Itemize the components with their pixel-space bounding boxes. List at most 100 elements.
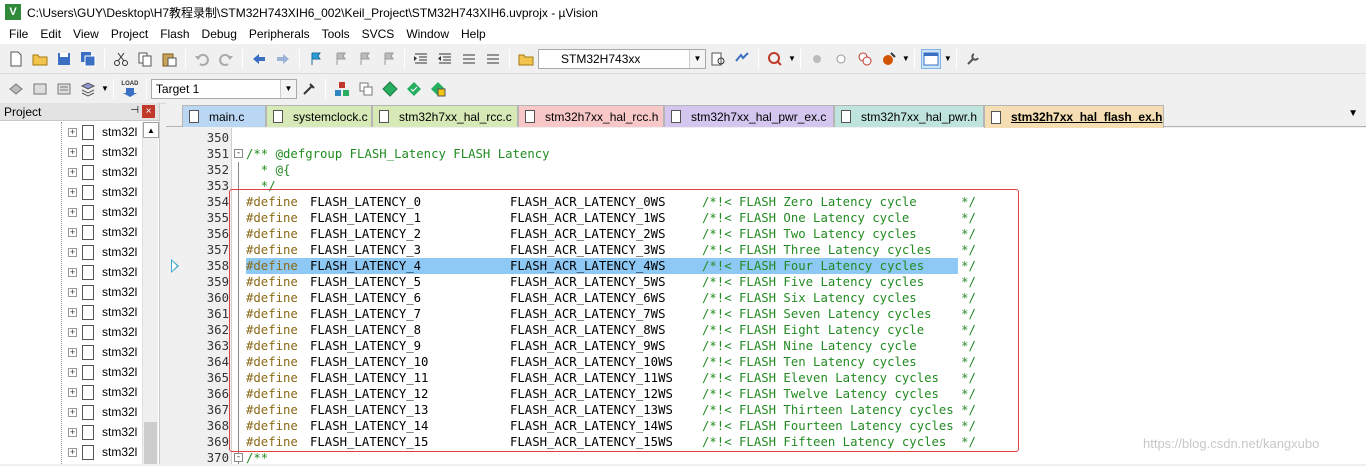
expand-icon[interactable]: + [68, 327, 77, 337]
options-for-target-icon[interactable] [299, 79, 319, 99]
code-line[interactable]: 353 */ [166, 178, 1366, 194]
menu-svcs[interactable]: SVCS [356, 27, 401, 41]
tree-item[interactable]: + stm32l [0, 262, 142, 282]
chevron-down-icon[interactable]: ▼ [788, 54, 796, 63]
code-line[interactable]: 363 #define FLASH_LATENCY_9 FLASH_ACR_LATEN… [166, 338, 1366, 354]
navigate-forward-icon[interactable] [273, 49, 293, 69]
tab-stm32h7xx-hal-rcc-h[interactable]: stm32h7xx_hal_rcc.h [518, 105, 664, 127]
code-line[interactable]: 352 * @{ [166, 162, 1366, 178]
find-icon[interactable] [708, 49, 728, 69]
enable-breakpoint-icon[interactable] [831, 49, 851, 69]
tree-item[interactable]: + stm32l [0, 422, 142, 442]
code-line[interactable]: 366 #define FLASH_LATENCY_12 FLASH_ACR_LATE… [166, 386, 1366, 402]
tree-item[interactable]: + stm32l [0, 242, 142, 262]
scroll-up-icon[interactable]: ▲ [143, 122, 159, 138]
fold-toggle-icon[interactable]: - [234, 453, 243, 462]
code-line[interactable]: 364 #define FLASH_LATENCY_10 FLASH_ACR_LATE… [166, 354, 1366, 370]
find-in-files-icon[interactable] [516, 49, 536, 69]
chevron-down-icon[interactable]: ▼ [689, 49, 705, 68]
insert-breakpoint-icon[interactable] [807, 49, 827, 69]
expand-icon[interactable]: + [68, 347, 77, 357]
expand-icon[interactable]: + [68, 367, 77, 377]
menu-project[interactable]: Project [105, 27, 154, 41]
fold-toggle-icon[interactable]: - [234, 149, 243, 158]
tree-item[interactable]: + stm32l [0, 162, 142, 182]
translate-icon[interactable] [6, 79, 26, 99]
tab-stm32h7xx-hal-pwr-ex-c[interactable]: stm32h7xx_hal_pwr_ex.c [664, 105, 834, 127]
expand-icon[interactable]: + [68, 207, 77, 217]
chevron-down-icon[interactable]: ▼ [944, 54, 952, 63]
code-line[interactable]: 356 #define FLASH_LATENCY_2 FLASH_ACR_LATEN… [166, 226, 1366, 242]
code-line[interactable]: 360 #define FLASH_LATENCY_6 FLASH_ACR_LATEN… [166, 290, 1366, 306]
incremental-find-icon[interactable] [732, 49, 752, 69]
tree-item[interactable]: + stm32l [0, 402, 142, 422]
build-icon[interactable] [30, 79, 50, 99]
configure-icon[interactable] [963, 49, 983, 69]
code-line[interactable]: 359 #define FLASH_LATENCY_5 FLASH_ACR_LATEN… [166, 274, 1366, 290]
disable-all-breakpoints-icon[interactable] [855, 49, 875, 69]
expand-icon[interactable]: + [68, 247, 77, 257]
menu-view[interactable]: View [67, 27, 105, 41]
expand-icon[interactable]: + [68, 407, 77, 417]
code-line[interactable]: 368 #define FLASH_LATENCY_14 FLASH_ACR_LATE… [166, 418, 1366, 434]
menu-window[interactable]: Window [400, 27, 455, 41]
copy-icon[interactable] [135, 49, 155, 69]
code-line[interactable]: 365 #define FLASH_LATENCY_11 FLASH_ACR_LATE… [166, 370, 1366, 386]
close-icon[interactable]: × [142, 105, 155, 118]
menu-tools[interactable]: Tools [316, 27, 356, 41]
pin-icon[interactable]: ⊣ [130, 105, 139, 116]
expand-icon[interactable]: + [68, 427, 77, 437]
menu-debug[interactable]: Debug [196, 27, 243, 41]
comment-icon[interactable] [459, 49, 479, 69]
manage-project-items-icon[interactable] [332, 79, 352, 99]
kill-all-breakpoints-icon[interactable] [879, 49, 899, 69]
menu-help[interactable]: Help [455, 27, 492, 41]
paste-icon[interactable] [159, 49, 179, 69]
window-layout-icon[interactable] [920, 48, 941, 69]
file-extensions-icon[interactable] [356, 79, 376, 99]
select-packs-icon[interactable] [404, 79, 424, 99]
code-line[interactable]: 355 #define FLASH_LATENCY_1 FLASH_ACR_LATEN… [166, 210, 1366, 226]
tab-systemclock-c[interactable]: systemclock.c [266, 105, 372, 127]
code-line[interactable]: 361 #define FLASH_LATENCY_7 FLASH_ACR_LATEN… [166, 306, 1366, 322]
expand-icon[interactable]: + [68, 147, 77, 157]
cut-icon[interactable] [111, 49, 131, 69]
code-line[interactable]: 354 #define FLASH_LATENCY_0 FLASH_ACR_LATEN… [166, 194, 1366, 210]
project-scrollbar[interactable]: ▲ [142, 122, 159, 464]
tab-list-dropdown-icon[interactable]: ▼ [1348, 108, 1358, 119]
rebuild-icon[interactable] [54, 79, 74, 99]
tree-item[interactable]: + stm32l [0, 442, 142, 462]
expand-icon[interactable]: + [68, 307, 77, 317]
next-bookmark-icon[interactable] [354, 49, 374, 69]
tab-stm32h7xx-hal-pwr-h[interactable]: stm32h7xx_hal_pwr.h [834, 105, 984, 127]
code-line[interactable]: 351-/** @defgroup FLASH_Latency FLASH La… [166, 146, 1366, 162]
menu-file[interactable]: File [3, 27, 34, 41]
expand-icon[interactable]: + [68, 227, 77, 237]
navigate-back-icon[interactable] [249, 49, 269, 69]
expand-icon[interactable]: + [68, 127, 77, 137]
tree-item[interactable]: + stm32l [0, 322, 142, 342]
tree-item[interactable]: + stm32l [0, 182, 142, 202]
unindent-icon[interactable] [435, 49, 455, 69]
target-select[interactable]: Target 1 ▼ [150, 78, 297, 99]
tree-item[interactable]: + stm32l [0, 122, 142, 142]
expand-icon[interactable]: + [68, 287, 77, 297]
expand-icon[interactable]: + [68, 387, 77, 397]
open-folder-icon[interactable] [30, 49, 50, 69]
undo-icon[interactable] [192, 49, 212, 69]
bookmark-icon[interactable] [306, 49, 326, 69]
save-icon[interactable] [54, 49, 74, 69]
tab-main-c[interactable]: main.c [182, 105, 266, 127]
tree-item[interactable]: + stm32l [0, 382, 142, 402]
tree-item[interactable]: + stm32l [0, 362, 142, 382]
uncomment-icon[interactable] [483, 49, 503, 69]
tree-item[interactable]: + stm32l [0, 342, 142, 362]
code-line[interactable]: 357 #define FLASH_LATENCY_3 FLASH_ACR_LATEN… [166, 242, 1366, 258]
expand-icon[interactable]: + [68, 447, 77, 457]
tree-item[interactable]: + stm32l [0, 202, 142, 222]
code-line[interactable]: 367 #define FLASH_LATENCY_13 FLASH_ACR_LATE… [166, 402, 1366, 418]
code-line[interactable]: 358 #define FLASH_LATENCY_4 FLASH_ACR_LATEN… [166, 258, 1366, 274]
chevron-down-icon[interactable]: ▼ [101, 84, 109, 93]
menu-edit[interactable]: Edit [34, 27, 67, 41]
pack-installer-icon[interactable] [380, 79, 400, 99]
